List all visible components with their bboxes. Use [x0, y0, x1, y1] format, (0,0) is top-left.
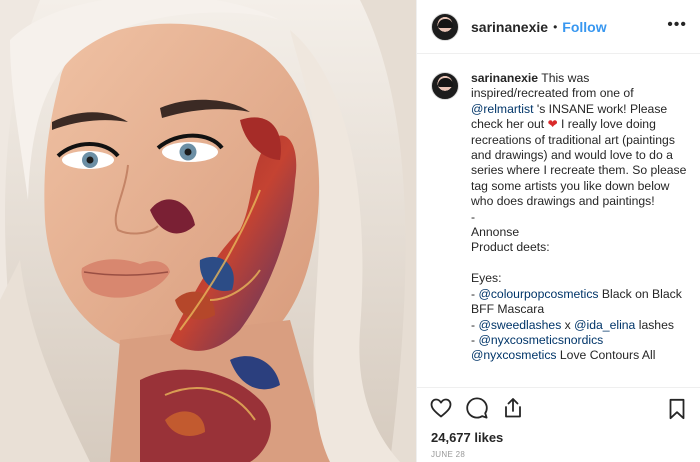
follow-button[interactable]: Follow — [562, 19, 606, 35]
caption-annonse: Annonse — [471, 225, 520, 240]
caption-product-line: - @sweedlashes x @ida_elina lashes — [471, 318, 687, 333]
line-mid: x — [561, 317, 575, 332]
caption-dash: - — [471, 209, 476, 224]
comment-icon[interactable] — [465, 396, 489, 420]
post-header: sarinanexie • Follow ••• — [417, 0, 700, 54]
caption-eyes: Eyes: — [471, 271, 502, 286]
heart-emoji: ❤ — [547, 117, 558, 132]
comments-section[interactable]: sarinanexie This was inspired/recreated … — [417, 55, 700, 387]
caption-avatar[interactable] — [431, 72, 459, 100]
post-date: JUNE 28 — [431, 450, 466, 459]
post-side-panel: sarinanexie • Follow ••• sarinanexie Thi… — [416, 0, 700, 462]
share-icon[interactable] — [501, 396, 525, 420]
line-rest: lashes — [635, 317, 674, 332]
likes-count[interactable]: 24,677 likes — [431, 430, 503, 445]
caption-username[interactable]: sarinanexie — [471, 71, 538, 85]
mention-link[interactable]: @colourpopcosmetics — [478, 287, 598, 301]
post-caption: sarinanexie This was inspired/recreated … — [471, 71, 687, 387]
post-photo-illustration — [0, 0, 416, 462]
caption-product-line: @nyxcosmetics Love Contours All — [471, 348, 687, 363]
author-username[interactable]: sarinanexie — [471, 19, 548, 35]
mention-link[interactable]: @sweedlashes — [478, 318, 561, 332]
more-options-icon[interactable]: ••• — [667, 17, 687, 33]
heart-outline-icon[interactable] — [429, 396, 453, 420]
mention-link[interactable]: @nyxcosmetics — [471, 348, 557, 362]
caption-product-line: - @colourpopcosmetics Black on Black BFF… — [471, 287, 687, 318]
line-rest: Love Contours All — [556, 348, 656, 363]
mention-link[interactable]: @relmartist — [471, 102, 533, 116]
author-avatar[interactable] — [431, 12, 459, 41]
mention-link[interactable]: @nyxcosmeticsnordics — [478, 333, 603, 347]
caption-product-deets: Product deets: — [471, 240, 550, 255]
bookmark-icon[interactable] — [665, 397, 689, 421]
caption-product-line: - @nyxcosmeticsnordics — [471, 333, 687, 348]
mention-link[interactable]: @ida_elina — [574, 318, 635, 332]
post-actions: 24,677 likes JUNE 28 — [417, 387, 700, 462]
header-separator: • — [553, 19, 558, 34]
action-icons — [429, 396, 525, 422]
post-photo[interactable] — [0, 0, 416, 462]
